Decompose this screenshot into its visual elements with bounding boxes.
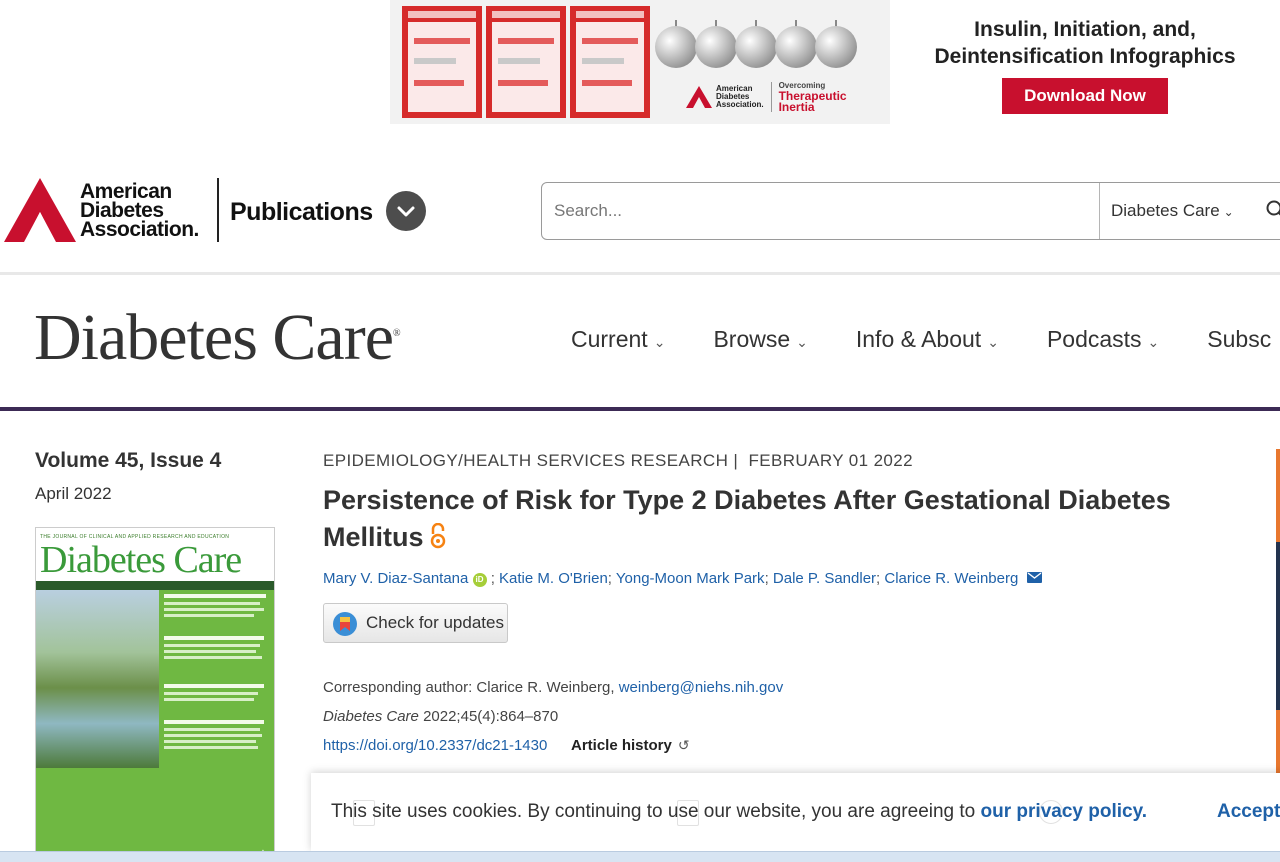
chevron-down-icon: [397, 206, 415, 217]
ad-headline: Insulin, Initiation, and, Deintensificat…: [934, 18, 1236, 68]
publications-menu-toggle[interactable]: [386, 191, 426, 231]
corresponding-email-link[interactable]: weinberg@niehs.nih.gov: [619, 679, 784, 696]
chevron-down-icon: ⌄: [1223, 205, 1234, 219]
citation: Diabetes Care 2022;45(4):864–870: [323, 708, 558, 725]
search-bar: Diabetes Care⌄: [541, 182, 1280, 240]
browser-status-strip: [0, 851, 1280, 862]
nav-label: Subsc: [1207, 326, 1272, 352]
issue-cover-image[interactable]: THE JOURNAL OF CLINICAL AND APPLIED RESE…: [35, 527, 275, 862]
logo-text-line: Diabetes: [80, 198, 164, 222]
newtons-cradle-image: [655, 20, 860, 76]
corresponding-author: Corresponding author: Clarice R. Weinber…: [323, 679, 783, 696]
nav-info-about[interactable]: Info & About ⌄: [856, 326, 999, 353]
infographic-thumbnail-2: [486, 6, 566, 118]
infographic-thumbnail-1: [402, 6, 482, 118]
ad-copy: Insulin, Initiation, and, Deintensificat…: [890, 0, 1280, 124]
ad-banner[interactable]: American Diabetes Association. Overcomin…: [390, 0, 1280, 124]
cover-painting: [36, 590, 159, 768]
side-tab-accent[interactable]: [1276, 449, 1280, 542]
article-date: FEBRUARY 01 2022: [748, 451, 913, 470]
search-scope-select[interactable]: Diabetes Care ⌄: [1099, 183, 1249, 239]
search-scope-label: Diabetes Care: [1111, 201, 1220, 220]
side-tab-accent[interactable]: [1276, 710, 1280, 775]
email-icon[interactable]: [1026, 572, 1042, 583]
article-title: Persistence of Risk for Type 2 Diabetes …: [323, 482, 1223, 556]
cookie-accept-button[interactable]: Accept: [1217, 801, 1280, 823]
author-link[interactable]: Clarice R. Weinberg: [884, 570, 1018, 587]
check-for-updates-label: Check for updates: [366, 613, 504, 632]
logo-text-line: American: [80, 179, 172, 203]
open-access-icon: [430, 523, 445, 549]
article-section[interactable]: EPIDEMIOLOGY/HEALTH SERVICES RESEARCH: [323, 451, 728, 470]
side-tab-accent[interactable]: [1276, 542, 1280, 710]
privacy-policy-link[interactable]: our privacy policy.: [981, 801, 1147, 822]
article-history-toggle[interactable]: Article history ↺: [571, 737, 690, 754]
doi-link[interactable]: https://doi.org/10.2337/dc21-1430: [323, 737, 547, 754]
corresponding-author-label: Corresponding author: Clarice R. Weinber…: [323, 679, 615, 696]
header-divider: [0, 272, 1280, 275]
chevron-down-icon: ⌄: [796, 334, 808, 350]
check-for-updates-button[interactable]: Check for updates: [323, 603, 508, 643]
cookie-text: This site uses cookies. By continuing to…: [331, 801, 976, 822]
ad-sponsor-logo: American Diabetes Association. Overcomin…: [686, 80, 847, 113]
nav-current[interactable]: Current ⌄: [571, 326, 665, 353]
cookie-banner: This site uses cookies. By continuing to…: [311, 773, 1280, 851]
article-history-label: Article history: [571, 737, 672, 754]
issue-date: April 2022: [35, 484, 112, 503]
cookie-message: This site uses cookies. By continuing to…: [331, 801, 1147, 823]
issue-volume[interactable]: Volume 45, Issue 4: [35, 449, 221, 473]
logo-text-line: Association.: [80, 217, 199, 241]
nav-label: Browse: [713, 326, 791, 352]
nav-subscribe[interactable]: Subsc: [1207, 326, 1271, 353]
journal-divider: [0, 407, 1280, 411]
author-link[interactable]: Mary V. Diaz-Santana: [323, 570, 468, 587]
chevron-down-icon: ⌄: [653, 334, 666, 350]
article-title-text: Persistence of Risk for Type 2 Diabetes …: [323, 485, 1171, 552]
author-link[interactable]: Dale P. Sandler: [773, 570, 876, 587]
search-icon[interactable]: [1266, 200, 1280, 220]
author-list: Mary V. Diaz-Santana iD ; Katie M. O'Bri…: [323, 570, 1042, 587]
cover-journal-name: Diabetes Care: [40, 539, 242, 581]
author-link[interactable]: Katie M. O'Brien: [499, 570, 608, 587]
nav-label: Podcasts: [1046, 326, 1142, 352]
logo-divider: [217, 178, 219, 242]
author-link[interactable]: Yong-Moon Mark Park: [616, 570, 765, 587]
orcid-icon[interactable]: iD: [472, 573, 487, 587]
chevron-down-icon: ⌄: [987, 334, 999, 350]
crossmark-icon: [333, 612, 357, 636]
publications-label: Publications: [230, 198, 373, 226]
nav-podcasts[interactable]: Podcasts ⌄: [1047, 326, 1159, 353]
ada-triangle-icon: [686, 85, 712, 108]
download-now-button[interactable]: Download Now: [1002, 78, 1168, 114]
journal-logo[interactable]: Diabetes Care®: [34, 300, 401, 376]
chevron-down-icon: ⌄: [1147, 334, 1160, 350]
history-clock-icon: ↺: [677, 737, 690, 753]
citation-details: 2022;45(4):864–870: [423, 708, 559, 725]
nav-browse[interactable]: Browse ⌄: [713, 326, 807, 353]
ad-sponsor-line: Association.: [716, 99, 764, 109]
infographic-thumbnail-3: [570, 6, 650, 118]
ada-logo[interactable]: American Diabetes Association.: [4, 178, 199, 242]
citation-journal: Diabetes Care: [323, 708, 419, 725]
nav-label: Current: [571, 326, 648, 352]
journal-nav: Current ⌄ Browse ⌄ Info & About ⌄ Podcasts ⌄…: [571, 326, 1280, 353]
journal-title-text: Diabetes Care: [34, 301, 394, 374]
nav-label: Info & About: [855, 326, 982, 352]
search-input[interactable]: [542, 183, 1098, 239]
article-kicker: EPIDEMIOLOGY/HEALTH SERVICES RESEARCH | …: [323, 451, 913, 470]
site-header: American Diabetes Association. Publicati…: [0, 168, 1280, 258]
ada-triangle-icon: [4, 178, 76, 242]
ad-tagline: Inertia: [778, 100, 815, 114]
